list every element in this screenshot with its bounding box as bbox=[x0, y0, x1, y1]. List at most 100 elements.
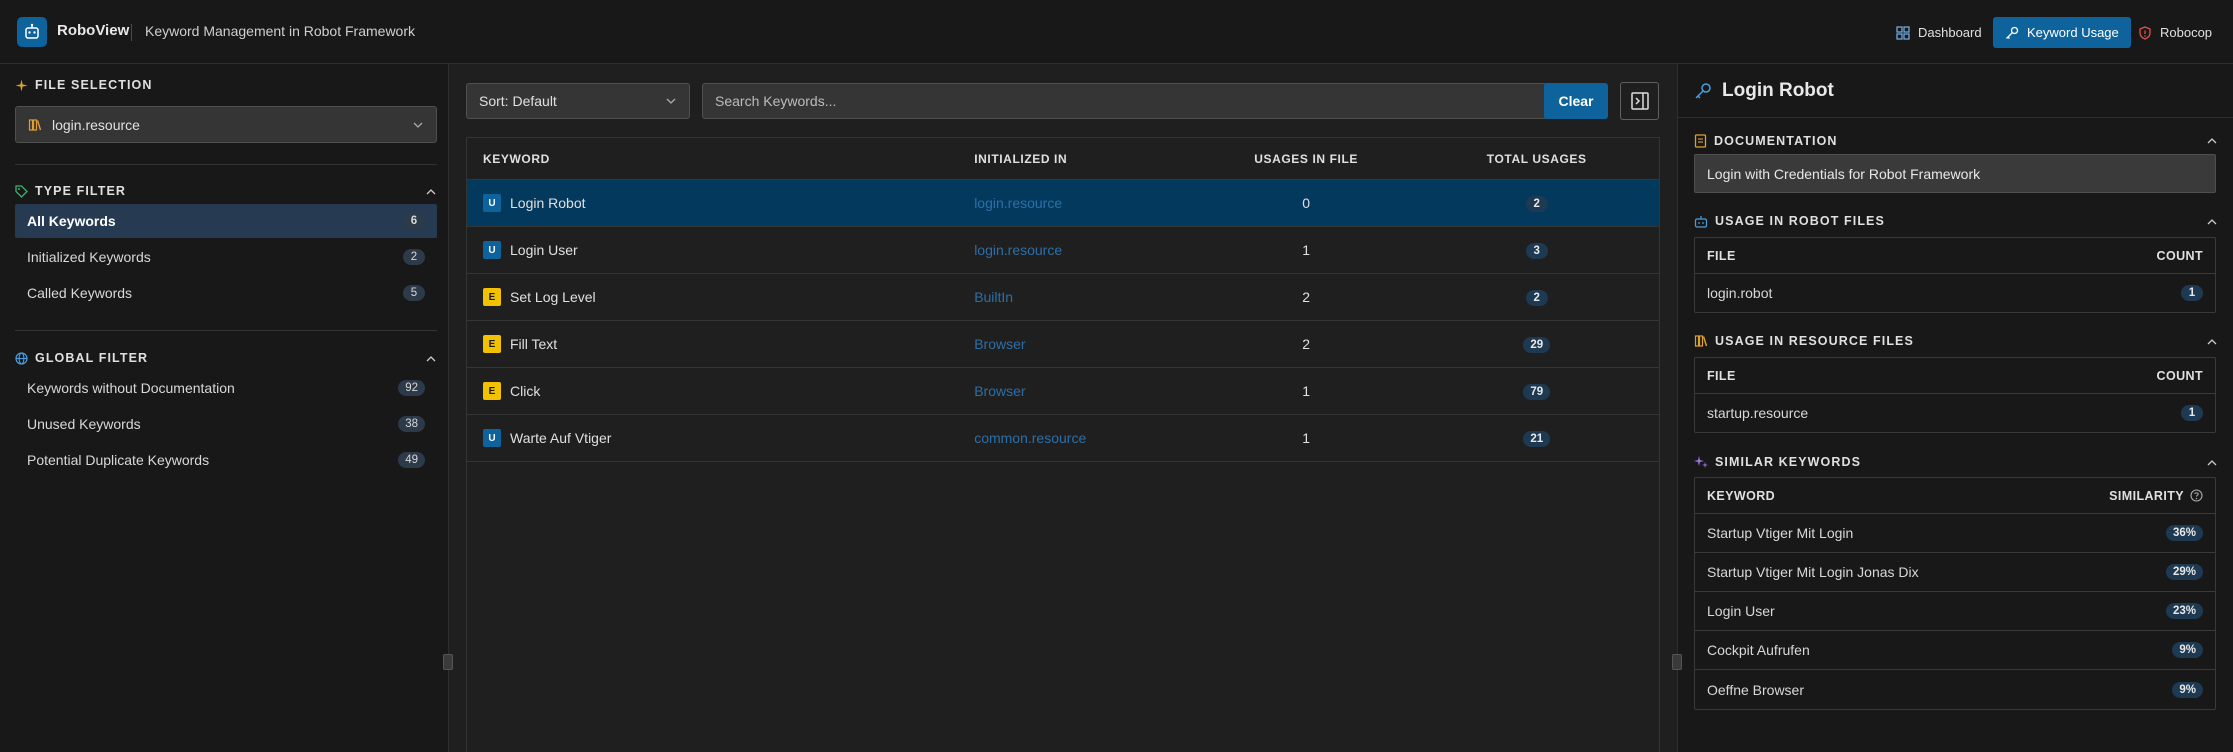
robot-files-table: FILE COUNT login.robot 1 bbox=[1694, 237, 2216, 313]
table-row[interactable]: Login User 23% bbox=[1695, 592, 2215, 631]
col-keyword-header[interactable]: KEYWORD bbox=[467, 152, 958, 166]
global-filter-heading: GLOBAL FILTER bbox=[15, 351, 148, 365]
col-initialized-header[interactable]: INITIALIZED IN bbox=[958, 152, 1198, 166]
table-row[interactable]: Startup Vtiger Mit Login 36% bbox=[1695, 514, 2215, 553]
total-usages-pill: 79 bbox=[1523, 384, 1551, 400]
total-usages-pill: 21 bbox=[1523, 431, 1551, 447]
table-header: FILE COUNT bbox=[1695, 358, 2215, 394]
initialized-in-link[interactable]: common.resource bbox=[974, 430, 1086, 446]
sidebar-divider bbox=[15, 164, 437, 165]
file-col-header: FILE bbox=[1707, 248, 1736, 263]
clear-button[interactable]: Clear bbox=[1544, 83, 1608, 119]
initialized-in-link[interactable]: BuiltIn bbox=[974, 289, 1013, 305]
user-keyword-badge: U bbox=[483, 241, 501, 259]
type-filter-initialized-keywords[interactable]: Initialized Keywords 2 bbox=[15, 240, 437, 274]
help-circle-icon[interactable] bbox=[2190, 489, 2203, 502]
filter-count: 2 bbox=[403, 249, 425, 265]
chevron-up-icon[interactable] bbox=[426, 188, 436, 195]
documentation-heading: DOCUMENTATION bbox=[1694, 134, 1838, 148]
chevron-up-icon[interactable] bbox=[2207, 459, 2217, 466]
keyword-name: Login User bbox=[510, 242, 578, 258]
file-selection-heading: FILE SELECTION bbox=[15, 78, 153, 92]
chevron-down-icon bbox=[665, 97, 677, 105]
filter-label: Potential Duplicate Keywords bbox=[27, 452, 210, 468]
table-row[interactable]: E Set Log Level BuiltIn 2 2 bbox=[467, 274, 1659, 321]
similar-keyword-name: Startup Vtiger Mit Login Jonas Dix bbox=[1707, 564, 1919, 580]
filter-count: 6 bbox=[403, 213, 425, 229]
total-usages-pill: 2 bbox=[1525, 290, 1548, 306]
filter-count: 49 bbox=[398, 452, 425, 468]
top-bar: RoboView Keyword Management in Robot Fra… bbox=[0, 0, 2233, 64]
selected-file-value: login.resource bbox=[52, 116, 140, 133]
detail-keyword-name: Login Robot bbox=[1722, 80, 1834, 101]
table-row[interactable]: U Login Robot login.resource 0 2 bbox=[467, 180, 1659, 227]
global-filter-no-documentation[interactable]: Keywords without Documentation 92 bbox=[15, 371, 437, 405]
initialized-in-link[interactable]: Browser bbox=[974, 383, 1025, 399]
right-resize-handle[interactable] bbox=[1672, 654, 1682, 670]
external-keyword-badge: E bbox=[483, 288, 501, 306]
resource-files-table: FILE COUNT startup.resource 1 bbox=[1694, 357, 2216, 433]
resource-files-title: USAGE IN RESOURCE FILES bbox=[1715, 334, 1914, 348]
count-col-header: COUNT bbox=[2156, 248, 2203, 263]
table-row[interactable]: login.robot 1 bbox=[1695, 274, 2215, 312]
filter-label: Initialized Keywords bbox=[27, 249, 151, 265]
table-row[interactable]: startup.resource 1 bbox=[1695, 394, 2215, 432]
table-row[interactable]: E Fill Text Browser 2 29 bbox=[467, 321, 1659, 368]
type-filter-all-keywords[interactable]: All Keywords 6 bbox=[15, 204, 437, 238]
chevron-up-icon[interactable] bbox=[2207, 137, 2217, 144]
file-select-dropdown[interactable]: login.resource bbox=[15, 106, 437, 143]
nav-keyword-usage[interactable]: Keyword Usage bbox=[1993, 17, 2131, 48]
initialized-in-link[interactable]: login.resource bbox=[974, 195, 1062, 211]
keyword-name: Set Log Level bbox=[510, 289, 596, 305]
global-filter-unused[interactable]: Unused Keywords 38 bbox=[15, 407, 437, 441]
external-keyword-badge: E bbox=[483, 382, 501, 400]
table-row[interactable]: E Click Browser 1 79 bbox=[467, 368, 1659, 415]
keyword-name: Fill Text bbox=[510, 336, 558, 352]
keyword-detail-panel: Login Robot DOCUMENTATION Login with Cre… bbox=[1672, 64, 2233, 752]
left-sidebar: FILE SELECTION login.resource TYPE FILTE… bbox=[0, 64, 453, 752]
filter-count: 38 bbox=[398, 416, 425, 432]
keyword-name: Click bbox=[510, 383, 541, 399]
keyword-table: KEYWORD INITIALIZED IN USAGES IN FILE TO… bbox=[466, 137, 1660, 752]
nav-robocop[interactable]: Robocop bbox=[2126, 17, 2224, 48]
chevron-up-icon[interactable] bbox=[426, 355, 436, 362]
count-pill: 1 bbox=[2181, 405, 2203, 421]
similar-keywords-table: KEYWORD SIMILARITY Startup Vtiger Mit Lo… bbox=[1694, 477, 2216, 710]
search-input[interactable] bbox=[702, 83, 1582, 119]
chevron-up-icon[interactable] bbox=[2207, 338, 2217, 345]
table-row[interactable]: U Warte Auf Vtiger common.resource 1 21 bbox=[467, 415, 1659, 462]
initialized-in-link[interactable]: login.resource bbox=[974, 242, 1062, 258]
global-filter-duplicates[interactable]: Potential Duplicate Keywords 49 bbox=[15, 443, 437, 477]
filter-label: Unused Keywords bbox=[27, 416, 141, 432]
resource-files-heading: USAGE IN RESOURCE FILES bbox=[1694, 334, 1914, 348]
usages-in-file: 0 bbox=[1302, 195, 1310, 211]
filter-count: 5 bbox=[403, 285, 425, 301]
sort-dropdown[interactable]: Sort: Default bbox=[466, 83, 690, 119]
col-usages-file-header[interactable]: USAGES IN FILE bbox=[1198, 152, 1415, 166]
filter-count: 92 bbox=[398, 380, 425, 396]
chevron-down-icon bbox=[412, 121, 424, 129]
type-filter-called-keywords[interactable]: Called Keywords 5 bbox=[15, 276, 437, 310]
external-keyword-badge: E bbox=[483, 335, 501, 353]
shield-icon bbox=[2138, 25, 2152, 40]
documentation-title: DOCUMENTATION bbox=[1714, 134, 1838, 148]
table-row[interactable]: Cockpit Aufrufen 9% bbox=[1695, 631, 2215, 670]
table-row[interactable]: Oeffne Browser 9% bbox=[1695, 670, 2215, 709]
nav-keyword-usage-label: Keyword Usage bbox=[2027, 25, 2119, 40]
col-total-usages-header[interactable]: TOTAL USAGES bbox=[1414, 152, 1659, 166]
keyword-list-panel: Sort: Default Clear KEYWORD INITIALIZED … bbox=[450, 64, 1676, 752]
nav-dashboard[interactable]: Dashboard bbox=[1884, 17, 1994, 48]
table-row[interactable]: U Login User login.resource 1 3 bbox=[467, 227, 1659, 274]
nav-dashboard-label: Dashboard bbox=[1918, 25, 1982, 40]
initialized-in-link[interactable]: Browser bbox=[974, 336, 1025, 352]
document-icon bbox=[1694, 134, 1707, 148]
filter-label: Called Keywords bbox=[27, 285, 133, 301]
chevron-up-icon[interactable] bbox=[2207, 218, 2217, 225]
toggle-panel-button[interactable] bbox=[1620, 82, 1659, 120]
global-filter-title: GLOBAL FILTER bbox=[35, 351, 149, 365]
usages-in-file: 1 bbox=[1302, 383, 1310, 399]
total-usages-pill: 29 bbox=[1523, 337, 1551, 353]
similar-keyword-name: Cockpit Aufrufen bbox=[1707, 642, 1810, 658]
table-row[interactable]: Startup Vtiger Mit Login Jonas Dix 29% bbox=[1695, 553, 2215, 592]
brand-name: RoboView bbox=[57, 22, 130, 39]
